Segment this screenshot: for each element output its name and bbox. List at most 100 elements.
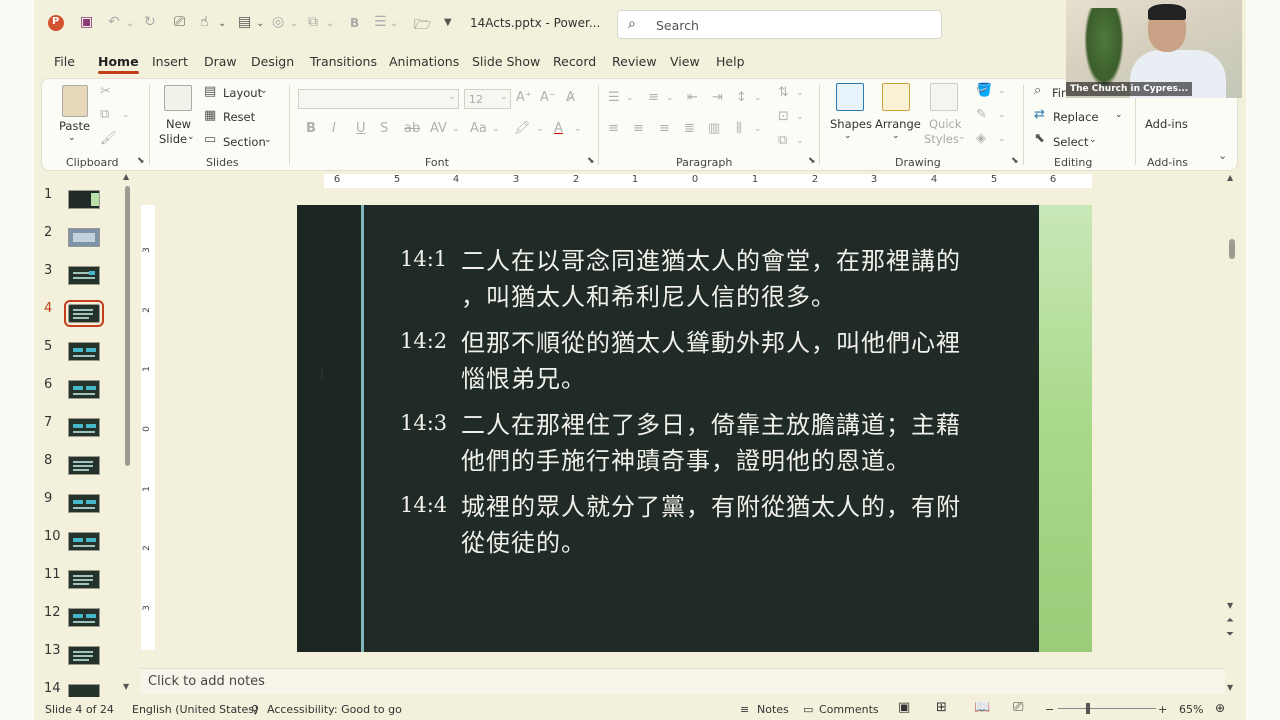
slide-thumbnail[interactable]	[68, 570, 100, 589]
distributed-icon[interactable]: ▥	[708, 121, 720, 136]
select-button[interactable]: Select	[1053, 135, 1088, 149]
layout-button[interactable]: Layout	[223, 86, 262, 100]
group-dropdown-icon[interactable]: ⌄	[326, 18, 334, 38]
slide-thumbnail[interactable]	[68, 380, 100, 399]
shadow-icon[interactable]: S	[380, 121, 388, 136]
search-box[interactable]: ⌕ Search	[617, 10, 942, 39]
replace-dropdown-icon[interactable]: ⌄	[1115, 110, 1123, 120]
undo-dropdown-icon[interactable]: ⌄	[126, 18, 134, 38]
numbering-icon[interactable]: ≡	[648, 90, 659, 105]
find-icon[interactable]: ⌕	[1034, 83, 1041, 98]
shape-outline-icon[interactable]: ✎	[976, 107, 987, 122]
slide-canvas[interactable]: 14:1 二人在以哥念同進猶太人的會堂，在那裡講的 ，叫猶太人和希利尼人信的很多。…	[297, 205, 1092, 652]
quick-styles-icon[interactable]	[930, 83, 958, 111]
arrange-icon[interactable]	[882, 83, 910, 111]
replace-icon[interactable]: ⇄	[1034, 107, 1045, 122]
decrease-font-icon[interactable]: A⁻	[540, 90, 556, 105]
shapes-dropdown-icon[interactable]: ⌄	[844, 131, 852, 141]
zoom-slider-track[interactable]	[1058, 708, 1156, 709]
font-color-dropdown-icon[interactable]: ⌄	[574, 124, 582, 134]
smartart-dropdown-icon[interactable]: ⌄	[796, 136, 804, 146]
tab-record[interactable]: Record	[553, 54, 596, 69]
new-slide-button-line2[interactable]: Slide	[159, 132, 187, 146]
touch-mode-icon[interactable]: ☝	[200, 14, 209, 34]
bullets-qat-icon[interactable]: ☰	[374, 14, 387, 34]
slide-thumbnail[interactable]	[68, 532, 100, 551]
font-size-dropdown-icon[interactable]: ⌄	[500, 92, 508, 102]
align-text-dropdown-icon[interactable]: ⌄	[796, 112, 804, 122]
zoom-level[interactable]: 65%	[1179, 703, 1203, 716]
tab-draw[interactable]: Draw	[204, 54, 237, 69]
increase-indent-icon[interactable]: ⇥	[712, 90, 723, 105]
zoom-slider-thumb[interactable]	[1086, 703, 1090, 714]
quick-styles-dropdown-icon[interactable]: ⌄	[958, 132, 966, 142]
scroll-down-icon[interactable]: ▼	[123, 682, 129, 691]
slide-thumbnail[interactable]	[68, 266, 100, 285]
shape-effects-icon[interactable]: ◈	[976, 131, 986, 146]
slide-thumbnail[interactable]	[68, 228, 100, 247]
section-icon[interactable]: ▭	[204, 132, 216, 147]
layout-icon[interactable]: ▤	[204, 84, 216, 99]
reading-view-icon[interactable]: 📖	[974, 700, 990, 715]
bold-qat-icon[interactable]: B	[350, 16, 359, 36]
scroll-down-icon[interactable]: ▼	[1227, 601, 1233, 610]
replace-button[interactable]: Replace	[1053, 110, 1099, 124]
scroll-up-icon[interactable]: ▲	[123, 172, 129, 181]
line-spacing-dropdown-icon[interactable]: ⌄	[754, 93, 762, 103]
open-folder-icon[interactable]: 🗁	[414, 14, 431, 34]
arrange-button[interactable]: Arrange	[875, 117, 921, 131]
columns-icon[interactable]: ⫼	[736, 121, 742, 136]
clipboard-launcher-icon[interactable]: ⬊	[137, 156, 145, 166]
slide-thumbnail[interactable]	[68, 646, 100, 665]
shapes-icon[interactable]	[836, 83, 864, 111]
slide-thumbnail[interactable]	[68, 418, 100, 437]
slide-thumbnail[interactable]	[68, 608, 100, 627]
thumbnail-scroll-thumb[interactable]	[125, 186, 130, 466]
clear-formatting-icon[interactable]: A̷	[566, 90, 575, 105]
thumbnail-scrollbar[interactable]: ▲ ▼	[122, 172, 132, 698]
tab-design[interactable]: Design	[251, 54, 294, 69]
cut-icon[interactable]: ✂	[100, 84, 111, 99]
bold-icon[interactable]: B	[306, 121, 316, 136]
touch-dropdown-icon[interactable]: ⌄	[218, 18, 226, 38]
line-spacing-icon[interactable]: ↕	[736, 90, 747, 105]
bullets-icon[interactable]: ☰	[608, 90, 620, 105]
font-launcher-icon[interactable]: ⬊	[587, 156, 595, 166]
slide-thumbnail[interactable]	[68, 456, 100, 475]
save-icon[interactable]: ▣	[80, 14, 93, 34]
bullets-dropdown-icon[interactable]: ⌄	[390, 18, 398, 38]
arrange-dropdown-icon[interactable]: ⌄	[892, 131, 900, 141]
select-dropdown-icon[interactable]: ⌄	[1089, 135, 1097, 145]
shape-fill-icon[interactable]: 🪣	[976, 83, 992, 98]
bullets-dropdown-icon[interactable]: ⌄	[626, 93, 634, 103]
shape-fill-icon[interactable]: ◎	[272, 14, 284, 34]
copy-dropdown-icon[interactable]: ⌄	[122, 110, 130, 120]
new-slide-icon[interactable]	[164, 85, 192, 111]
new-slide-button-line1[interactable]: New	[166, 117, 191, 131]
section-button[interactable]: Section	[223, 135, 266, 149]
underline-icon[interactable]: U	[356, 121, 366, 136]
change-case-dropdown-icon[interactable]: ⌄	[492, 124, 500, 134]
layout-dropdown-icon[interactable]: ⌄	[260, 86, 268, 96]
fit-to-window-icon[interactable]: ⊕	[1215, 701, 1225, 715]
tab-view[interactable]: View	[670, 54, 700, 69]
accessibility-icon[interactable]: ⚲	[251, 703, 259, 716]
tab-transitions[interactable]: Transitions	[310, 54, 377, 69]
align-left-icon[interactable]: ≡	[608, 121, 619, 136]
select-icon[interactable]: ⬉	[1034, 131, 1045, 146]
normal-view-icon[interactable]: ▣	[898, 700, 910, 715]
tab-home[interactable]: Home	[98, 54, 139, 74]
slide-sorter-icon[interactable]: ⊞	[936, 700, 947, 715]
tab-insert[interactable]: Insert	[152, 54, 188, 69]
new-slide-qat-icon[interactable]: ▤	[238, 14, 251, 34]
italic-icon[interactable]: I	[332, 121, 336, 136]
highlight-icon[interactable]: 🖍	[514, 121, 531, 136]
next-slide-icon[interactable]: ⏷	[1226, 629, 1234, 640]
numbering-dropdown-icon[interactable]: ⌄	[666, 93, 674, 103]
slide-text-box[interactable]: 14:1 二人在以哥念同進猶太人的會堂，在那裡講的 ，叫猶太人和希利尼人信的很多。…	[400, 243, 1000, 571]
paragraph-launcher-icon[interactable]: ⬊	[808, 156, 816, 166]
character-spacing-icon[interactable]: AV	[430, 121, 447, 136]
new-slide-dropdown-icon[interactable]: ⌄	[256, 18, 264, 38]
section-dropdown-icon[interactable]: ⌄	[264, 135, 272, 145]
decrease-indent-icon[interactable]: ⇤	[687, 90, 698, 105]
